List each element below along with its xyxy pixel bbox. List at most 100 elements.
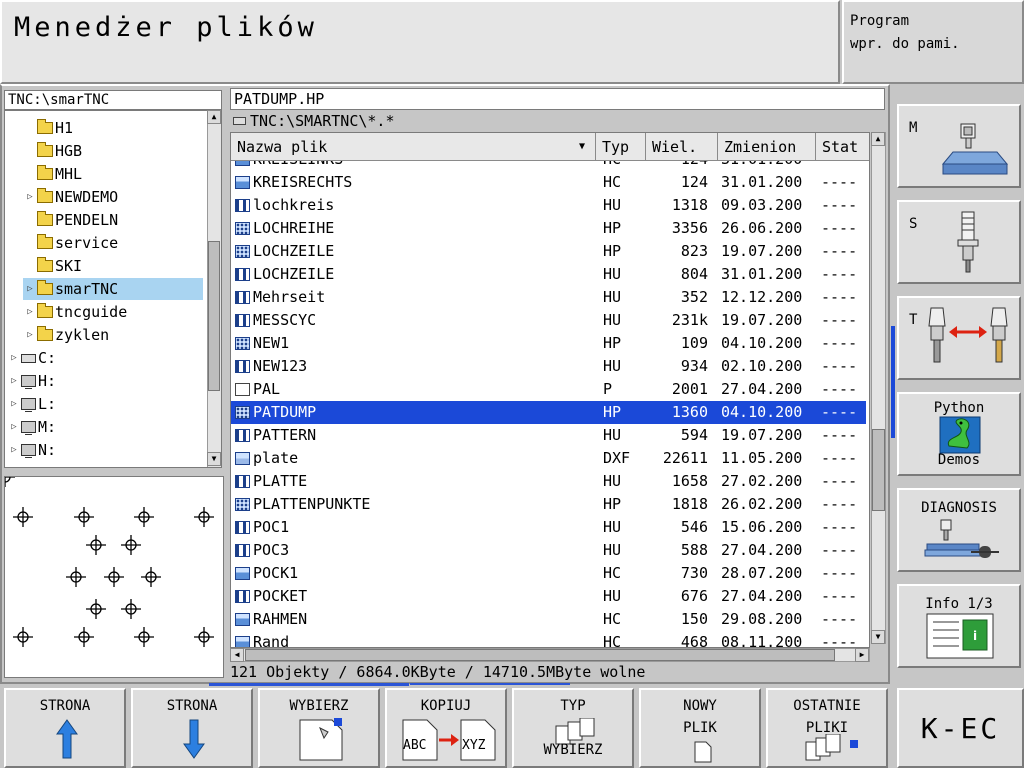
file-row[interactable]: lochkreis HU 1318 09.03.200 ---- <box>231 194 866 217</box>
file-row[interactable]: PATTERN HU 594 19.07.200 ---- <box>231 424 866 447</box>
file-type-hc-icon <box>235 176 250 189</box>
info-key[interactable]: Info 1/3 i <box>897 584 1021 668</box>
file-row[interactable]: KREISRECHTS HC 124 31.01.200 ---- <box>231 171 866 194</box>
python-demos-key[interactable]: Python Demos <box>897 392 1021 476</box>
tree-item[interactable]: HGB <box>23 140 203 162</box>
page-up-button[interactable]: STRONA <box>4 688 126 768</box>
expand-arrow-icon[interactable]: ▷ <box>23 284 37 294</box>
directory-tree[interactable]: H1 HGB MHL ▷ NEWDEMO PENDELN service SKI ▷ smarTN… <box>4 110 222 468</box>
file-type: HU <box>603 587 622 605</box>
file-type-hu-icon <box>235 544 250 557</box>
file-size: 804 <box>680 265 708 283</box>
file-row[interactable]: LOCHZEILE HP 823 19.07.200 ---- <box>231 240 866 263</box>
tool-change-icon <box>928 307 1008 363</box>
file-type-hu-icon <box>235 521 250 534</box>
select-type-button[interactable]: TYP WYBIERZ <box>512 688 634 768</box>
m-function-key[interactable]: M <box>897 104 1021 188</box>
file-row[interactable]: POC3 HU 588 27.04.200 ---- <box>231 539 866 562</box>
file-list-scrollbar[interactable]: ▲ ▼ <box>871 132 886 644</box>
expand-arrow-icon[interactable]: ▷ <box>7 376 21 386</box>
column-header-changed[interactable]: Zmienion <box>718 133 816 161</box>
tree-item-label: L: <box>38 395 57 413</box>
tree-item[interactable]: PENDELN <box>23 209 203 231</box>
tree-item[interactable]: ▷ NEWDEMO <box>23 186 203 208</box>
tree-scrollbar[interactable]: ▲ ▼ <box>207 110 221 467</box>
tree-item[interactable]: SKI <box>23 255 203 277</box>
tree-item[interactable]: ▷ C: <box>7 347 203 369</box>
tree-item[interactable]: ▷ L: <box>7 393 203 415</box>
new-file-label-1: NOWY <box>683 698 717 714</box>
file-row[interactable]: PATDUMP HP 1360 04.10.200 ---- <box>231 401 866 424</box>
new-file-button[interactable]: NOWY PLIK <box>639 688 761 768</box>
file-size: 676 <box>680 587 708 605</box>
file-row[interactable]: NEW123 HU 934 02.10.200 ---- <box>231 355 866 378</box>
scroll-left-icon[interactable]: ◀ <box>230 648 244 662</box>
tree-item[interactable]: ▷ M: <box>7 416 203 438</box>
file-mask: TNC:\SMARTNC\*.* <box>230 111 870 131</box>
file-row[interactable]: MESSCYC HU 231k 19.07.200 ---- <box>231 309 866 332</box>
tree-item[interactable]: ▷ smarTNC <box>23 278 203 300</box>
tree-item[interactable]: H1 <box>23 117 203 139</box>
t-function-key[interactable]: T <box>897 296 1021 380</box>
end-button[interactable]: K-EC <box>897 688 1024 768</box>
column-header-name[interactable]: Nazwa plik ▼ <box>231 133 596 161</box>
expand-arrow-icon[interactable]: ▷ <box>23 307 37 317</box>
scroll-right-icon[interactable]: ▶ <box>855 648 869 662</box>
tree-scroll-thumb[interactable] <box>208 241 220 391</box>
file-row[interactable]: POC1 HU 546 15.06.200 ---- <box>231 516 866 539</box>
scroll-up-icon[interactable]: ▲ <box>207 110 221 124</box>
file-type: HP <box>603 334 622 352</box>
tree-item[interactable]: service <box>23 232 203 254</box>
expand-arrow-icon[interactable]: ▷ <box>7 399 21 409</box>
file-list-scroll-thumb[interactable] <box>872 429 885 511</box>
tree-item[interactable]: ▷ H: <box>7 370 203 392</box>
file-size: 468 <box>680 633 708 648</box>
tree-item[interactable]: ▷ N: <box>7 439 203 461</box>
tree-item-label: NEWDEMO <box>55 188 119 206</box>
file-status: ---- <box>821 587 858 605</box>
file-row[interactable]: NEW1 HP 109 04.10.200 ---- <box>231 332 866 355</box>
column-header-size[interactable]: Wiel. <box>646 133 718 161</box>
scroll-up-icon[interactable]: ▲ <box>871 132 885 146</box>
file-type: HC <box>603 564 622 582</box>
operating-mode-box: Program wpr. do pami. <box>842 0 1024 84</box>
recent-files-button[interactable]: OSTATNIE PLIKI <box>766 688 888 768</box>
page-down-button[interactable]: STRONA <box>131 688 253 768</box>
select-button[interactable]: WYBIERZ <box>258 688 380 768</box>
scroll-down-icon[interactable]: ▼ <box>207 452 221 466</box>
tree-item[interactable]: MHL <box>23 163 203 185</box>
file-row[interactable]: PAL P 2001 27.04.200 ---- <box>231 378 866 401</box>
demos-label: Demos <box>937 452 981 468</box>
expand-arrow-icon[interactable]: ▷ <box>7 422 21 432</box>
expand-arrow-icon[interactable]: ▷ <box>7 353 21 363</box>
file-changed: 08.11.200 <box>721 633 803 648</box>
file-row[interactable]: PLATTENPUNKTE HP 1818 26.02.200 ---- <box>231 493 866 516</box>
scroll-down-icon[interactable]: ▼ <box>871 630 885 644</box>
diagnosis-key[interactable]: DIAGNOSIS <box>897 488 1021 572</box>
file-type: HU <box>603 196 622 214</box>
file-row[interactable]: PLATTE HU 1658 27.02.200 ---- <box>231 470 866 493</box>
expand-arrow-icon[interactable]: ▷ <box>7 445 21 455</box>
column-header-status[interactable]: Stat <box>816 133 869 161</box>
tree-item[interactable]: ▷ zyklen <box>23 324 203 346</box>
file-row[interactable]: plate DXF 22611 11.05.200 ---- <box>231 447 866 470</box>
copy-button[interactable]: KOPIUJ ABC XYZ <box>385 688 507 768</box>
file-row[interactable]: LOCHZEILE HU 804 31.01.200 ---- <box>231 263 866 286</box>
file-list-hscrollbar[interactable]: ◀ ▶ <box>230 648 870 662</box>
file-size: 231k <box>671 311 708 329</box>
column-header-type[interactable]: Typ <box>596 133 646 161</box>
tree-item[interactable]: ▷ tncguide <box>23 301 203 323</box>
file-list[interactable]: Nazwa plik ▼ Typ Wiel. Zmienion Stat KREI… <box>230 132 870 648</box>
expand-arrow-icon[interactable]: ▷ <box>23 330 37 340</box>
recent-files-icon <box>805 734 858 761</box>
expand-arrow-icon[interactable]: ▷ <box>23 192 37 202</box>
file-row[interactable]: RAHMEN HC 150 29.08.200 ---- <box>231 608 866 631</box>
file-row[interactable]: POCKET HU 676 27.04.200 ---- <box>231 585 866 608</box>
file-list-hscroll-thumb[interactable] <box>245 649 835 661</box>
file-row[interactable]: LOCHREIHE HP 3356 26.06.200 ---- <box>231 217 866 240</box>
file-size: 730 <box>680 564 708 582</box>
file-row[interactable]: Rand HC 468 08.11.200 ---- <box>231 631 866 648</box>
s-function-key[interactable]: S <box>897 200 1021 284</box>
file-row[interactable]: Mehrseit HU 352 12.12.200 ---- <box>231 286 866 309</box>
file-row[interactable]: POCK1 HC 730 28.07.200 ---- <box>231 562 866 585</box>
